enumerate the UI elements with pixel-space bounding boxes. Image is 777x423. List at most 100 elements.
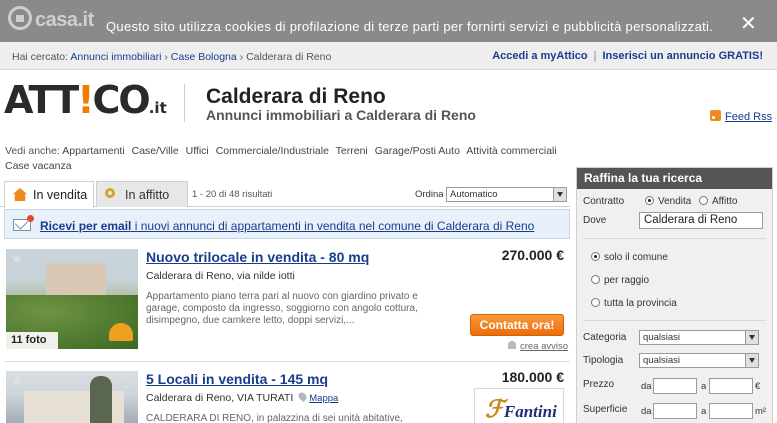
order-select[interactable]: Automatico — [446, 187, 567, 202]
see-also-commerciale[interactable]: Commerciale/Industriale — [216, 145, 329, 157]
see-also: Vedi anche: Appartamenti Case/Ville Uffi… — [5, 144, 565, 174]
house-circle-icon — [8, 6, 32, 30]
tab-in-vendita-label: In vendita — [33, 188, 88, 202]
list-item: ★ 5 Locali in vendita - 145 mq 180.000 €… — [4, 366, 570, 423]
breadcrumb-current: Calderara di Reno — [246, 51, 332, 63]
tab-in-vendita[interactable]: In vendita — [4, 181, 94, 208]
feed-rss-link[interactable]: Feed Rss — [710, 110, 772, 123]
order-select-value: Automatico — [450, 189, 498, 200]
dove-input[interactable]: Calderara di Reno — [639, 212, 763, 229]
listing-price: 180.000 € — [501, 369, 564, 385]
see-also-appartamenti[interactable]: Appartamenti — [62, 145, 124, 157]
alert-dot-icon — [27, 215, 34, 222]
cookie-banner: casa.it Questo sito utilizza cookies di … — [0, 0, 777, 42]
tipologia-select-value: qualsiasi — [643, 355, 680, 366]
listing-description: Appartamento piano terra pari al nuovo c… — [146, 291, 418, 326]
attico-logo[interactable]: ATT!CO.it — [4, 80, 167, 128]
superficie-label: Superficie — [583, 404, 628, 415]
listing-price: 270.000 € — [501, 247, 564, 263]
logo-exclamation: ! — [77, 78, 94, 122]
listing-photo[interactable]: ★ 11 foto — [6, 249, 138, 349]
agency-logo[interactable]: ℱFantini — [474, 388, 564, 423]
listing-title[interactable]: Nuovo trilocale in vendita - 80 mq — [146, 249, 369, 265]
see-also-terreni[interactable]: Terreni — [336, 145, 368, 157]
superficie-a-label: a — [701, 406, 707, 417]
listing-title[interactable]: 5 Locali in vendita - 145 mq — [146, 371, 328, 387]
top-links: Accedi a myAttico | Inserisci un annuncio … — [492, 50, 763, 62]
see-also-uffici[interactable]: Uffici — [186, 145, 209, 157]
radio-per-raggio-label: per raggio — [604, 275, 650, 286]
agency-logo-text: ℱFantini — [485, 395, 557, 423]
contact-button[interactable]: Contatta ora! — [470, 314, 564, 336]
radio-vendita[interactable]: Vendita — [645, 196, 691, 207]
logo-suffix: .it — [148, 99, 167, 117]
prezzo-max-input[interactable] — [709, 378, 753, 394]
breadcrumb-separator: › — [239, 51, 244, 63]
refine-search-panel: Raffina la tua ricerca Contratto Vendita… — [576, 167, 773, 423]
breadcrumb-bar: Hai cercato: Annunci immobiliari › Case … — [0, 42, 777, 70]
superficie-da-label: da — [641, 406, 652, 417]
radio-off-icon — [591, 275, 600, 284]
header-divider — [184, 84, 185, 122]
star-icon[interactable]: ★ — [11, 373, 23, 389]
radio-per-raggio[interactable]: per raggio — [591, 275, 649, 286]
create-alert-link[interactable]: crea avviso — [508, 341, 568, 352]
superficie-min-input[interactable] — [653, 403, 697, 419]
casa-it-logo[interactable]: casa.it — [8, 6, 94, 32]
breadcrumb-case-bologna[interactable]: Case Bologna — [171, 51, 237, 63]
categoria-select-value: qualsiasi — [643, 332, 680, 343]
see-also-case-ville[interactable]: Case/Ville — [132, 145, 179, 157]
chevron-down-icon — [745, 331, 758, 344]
listing-address: Calderara di Reno, via nilde iotti — [146, 270, 295, 282]
bell-icon — [508, 341, 516, 349]
listing-photo[interactable]: ★ — [6, 371, 138, 423]
map-pin-icon — [297, 390, 309, 403]
see-also-label: Vedi anche: — [5, 145, 60, 157]
see-also-garage[interactable]: Garage/Posti Auto — [375, 145, 460, 157]
page-subtitle: Annunci immobiliari a Calderara di Reno — [206, 107, 476, 123]
see-also-attivita[interactable]: Attività commerciali — [466, 145, 556, 157]
listing-address: Calderara di Reno, VIA TURATI Mappa — [146, 390, 338, 404]
myattico-login-link[interactable]: Accedi a myAttico — [492, 50, 587, 62]
radio-off-icon — [591, 298, 600, 307]
insert-listing-link[interactable]: Inserisci un annuncio GRATIS! — [602, 50, 763, 62]
breadcrumb: Hai cercato: Annunci immobiliari › Case … — [12, 51, 331, 63]
chevron-down-icon — [553, 188, 566, 201]
breadcrumb-annunci[interactable]: Annunci immobiliari — [70, 51, 161, 63]
radio-affitto[interactable]: Affitto — [699, 196, 737, 207]
prezzo-label: Prezzo — [583, 379, 615, 390]
radio-affitto-label: Affitto — [712, 196, 738, 207]
photo-hardhat — [109, 323, 133, 341]
radio-vendita-label: Vendita — [658, 196, 692, 207]
refine-search-title: Raffina la tua ricerca — [577, 168, 772, 189]
dove-label: Dove — [583, 215, 607, 226]
see-also-case-vacanza[interactable]: Case vacanza — [5, 160, 72, 172]
radio-off-icon — [699, 196, 708, 205]
listing-address-text: Calderara di Reno, VIA TURATI — [146, 392, 294, 404]
close-icon[interactable]: ✕ — [740, 14, 757, 34]
prezzo-a-label: a — [701, 381, 707, 392]
categoria-select[interactable]: qualsiasi — [639, 330, 759, 345]
cookie-message: Questo sito utilizza cookies di profilaz… — [106, 19, 714, 34]
listing-description: CALDERARA DI RENO, in palazzina di sei u… — [146, 413, 403, 423]
email-alert-link[interactable]: Ricevi per email i nuovi annunci di appa… — [40, 219, 534, 233]
tab-in-affitto[interactable]: In affitto — [96, 181, 188, 207]
tipologia-select[interactable]: qualsiasi — [639, 353, 759, 368]
top-links-separator: | — [593, 50, 597, 62]
page-title: Calderara di Reno — [206, 85, 386, 108]
star-icon[interactable]: ★ — [11, 251, 23, 267]
create-alert-label: crea avviso — [520, 341, 569, 352]
chevron-down-icon — [745, 354, 758, 367]
prezzo-min-input[interactable] — [653, 378, 697, 394]
radio-solo-comune[interactable]: solo il comune — [591, 252, 668, 263]
superficie-max-input[interactable] — [709, 403, 753, 419]
house-icon — [13, 188, 27, 201]
breadcrumb-separator: › — [164, 51, 168, 63]
map-link[interactable]: Mappa — [309, 393, 338, 404]
radio-tutta-provincia[interactable]: tutta la provincia — [591, 298, 677, 309]
agency-name: Fantini — [503, 402, 557, 421]
list-item: ★ 11 foto Nuovo trilocale in vendita - 8… — [4, 244, 570, 362]
results-count: 1 - 20 di 48 risultati — [192, 189, 273, 200]
logo-part: CO — [92, 78, 151, 122]
divider — [583, 320, 766, 321]
